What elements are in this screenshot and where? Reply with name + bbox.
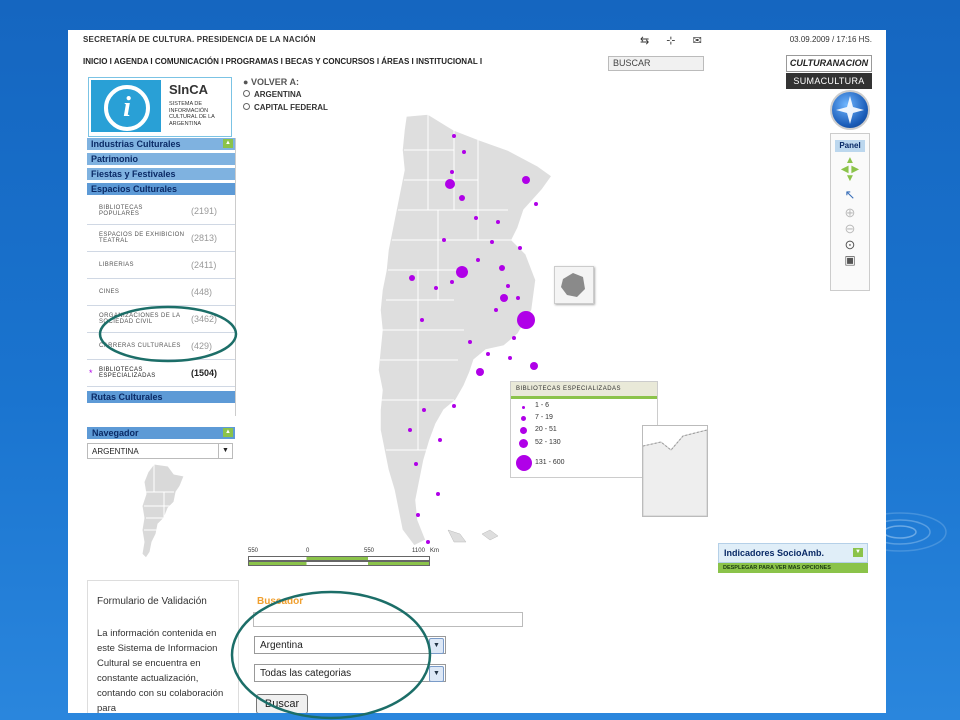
subitem-cines[interactable]: CINES (448) (87, 279, 235, 306)
search-input[interactable]: BUSCAR (608, 56, 704, 71)
form-title: Formulario de Validación (97, 596, 207, 607)
category-panel: Industrias Culturales ▲ Patrimonio Fiesta… (87, 138, 236, 416)
compass-icon[interactable] (830, 90, 870, 130)
selected-marker-icon: * (89, 368, 93, 378)
nav-programas[interactable]: PROGRAMAS (226, 57, 279, 66)
nav-institucional[interactable]: INSTITUCIONAL (416, 57, 478, 66)
legend-title: BIBLIOTECAS ESPECIALIZADAS (511, 382, 657, 399)
argentina-map[interactable] (358, 110, 558, 550)
scale-bar-lower (248, 561, 430, 566)
pan-arrows-icon[interactable]: ▲ ◀ ▶ ▼ (831, 156, 869, 184)
zoom-in-icon[interactable]: ⊕ (831, 205, 869, 221)
nav-agenda[interactable]: AGENDA (114, 57, 148, 66)
subitem-librerias[interactable]: LIBRERIAS (2411) (87, 252, 235, 279)
tools-panel: Panel ▲ ◀ ▶ ▼ ↖ ⊕ ⊖ ⊙ ▣ (830, 133, 870, 291)
form-text: La información contenida en este Sistema… (97, 628, 224, 713)
scale-unit: Km (430, 548, 439, 554)
inset-map-shape (642, 429, 708, 517)
buscador-title: Buscador (257, 596, 304, 607)
nav-becas[interactable]: BECAS Y CONCURSOS (285, 57, 375, 66)
secretaria-header: SECRETARÍA DE CULTURA. PRESIDENCIA DE LA… (83, 35, 316, 44)
legend-range-3: 20 - 51 (535, 426, 557, 433)
navegador-header[interactable]: Navegador ▲ (87, 427, 235, 439)
breadcrumb: ARGENTINA CAPITAL FEDERAL (243, 90, 328, 116)
navegador-select[interactable]: ARGENTINA ▼ (87, 443, 233, 459)
buscador-text-input[interactable] (253, 612, 523, 627)
nav-inicio[interactable]: INICIO (83, 57, 107, 66)
collapse-icon[interactable]: ▲ (223, 428, 233, 437)
chevron-down-icon[interactable]: ▼ (218, 444, 232, 458)
chevron-down-icon[interactable]: ▼ (429, 666, 444, 682)
collapse-icon[interactable]: ▲ (223, 139, 233, 148)
subitem-bibliotecas-especializadas[interactable]: * BIBLIOTECAS ESPECIALIZADAS (1504) (87, 360, 235, 387)
breadcrumb-capital[interactable]: CAPITAL FEDERAL (243, 103, 328, 112)
category-industrias[interactable]: Industrias Culturales ▲ (87, 138, 235, 150)
mini-map[interactable] (134, 462, 194, 562)
datetime-label: 03.09.2009 / 17:16 HS. (789, 35, 872, 44)
sinca-page: SECRETARÍA DE CULTURA. PRESIDENCIA DE LA… (68, 30, 886, 713)
compass-star (836, 96, 864, 124)
indicadores-subtitle[interactable]: DESPLEGAR PARA VER MAS OPCIONES (718, 563, 868, 573)
subitem-organizaciones[interactable]: ORGANIZACIONES DE LA SOCIEDAD CIVIL (3462… (87, 306, 235, 333)
legend-range-4: 52 - 130 (535, 439, 561, 446)
region-select[interactable]: Argentina ▼ (254, 636, 446, 654)
category-select[interactable]: Todas las categorias ▼ (254, 664, 446, 682)
nav-comunicacion[interactable]: COMUNICACIÓN (155, 57, 219, 66)
expand-icon[interactable]: ▼ (853, 548, 863, 557)
scale-label-2: 0 (306, 548, 310, 554)
nav-areas[interactable]: ÁREAS (381, 57, 409, 66)
map-scale: 550 0 550 1100 Km (248, 548, 439, 566)
sitemap-icon[interactable]: ⊹ (666, 35, 675, 47)
print-icon[interactable]: ▣ (831, 253, 869, 267)
chevron-down-icon[interactable]: ▼ (429, 638, 444, 654)
scale-label-4: 1100 (412, 548, 425, 554)
zoom-out-icon[interactable]: ⊖ (831, 221, 869, 237)
scale-label-3: 550 (364, 548, 375, 554)
info-icon: i (104, 85, 150, 131)
legend-dot-2 (521, 416, 526, 421)
category-fiestas[interactable]: Fiestas y Festivales (87, 168, 235, 180)
legend-range-1: 1 - 6 (535, 402, 550, 409)
logo-blue-block: i (91, 80, 161, 132)
subitem-bibliotecas-populares[interactable]: BIBLIOTECAS POPULARES (2191) (87, 198, 235, 225)
suma-cultura-logo[interactable]: SUMACULTURA (786, 73, 872, 89)
legend-dot-4 (519, 439, 528, 448)
header-icons: ⇆ ⊹ ✉ (640, 34, 716, 47)
zoom-extent-icon[interactable]: ⊙ (831, 237, 869, 253)
breadcrumb-argentina[interactable]: ARGENTINA (243, 90, 328, 99)
logo-subtitle: SISTEMA DE INFORMACIÓN CULTURAL DE LA AR… (169, 101, 215, 127)
capital-zoom-box[interactable] (554, 266, 594, 304)
volver-label: ● VOLVER A: (243, 77, 299, 87)
mail-icon[interactable]: ✉ (693, 35, 702, 47)
category-espacios[interactable]: Espacios Culturales (87, 183, 235, 195)
category-patrimonio[interactable]: Patrimonio (87, 153, 235, 165)
subitem-carreras[interactable]: CARRERAS CULTURALES (429) (87, 333, 235, 360)
inset-map[interactable] (642, 425, 708, 517)
indicadores-panel[interactable]: Indicadores SocioAmb. ▼ DESPLEGAR PARA VE… (718, 543, 868, 577)
sinca-logo[interactable]: i SInCA SISTEMA DE INFORMACIÓN CULTURAL … (88, 77, 232, 137)
buscar-button[interactable]: Buscar (256, 694, 308, 713)
category-rutas[interactable]: Rutas Culturales (87, 391, 235, 403)
legend-range-5: 131 - 600 (535, 459, 565, 466)
map-legend: BIBLIOTECAS ESPECIALIZADAS 1 - 6 7 - 19 … (510, 381, 658, 478)
logo-title: SInCA (169, 82, 208, 97)
scale-label-1: 550 (248, 548, 259, 554)
info-pointer-icon[interactable]: ↖ (831, 187, 869, 203)
swap-icon[interactable]: ⇆ (640, 35, 649, 47)
capital-shape (561, 273, 585, 297)
cultura-nacion-logo[interactable]: CULTURANACION (786, 55, 872, 72)
validation-form: Formulario de Validación La información … (87, 580, 239, 713)
panel-label: Panel (835, 140, 865, 152)
legend-dot-1 (522, 406, 525, 409)
subitem-espacios-teatral[interactable]: ESPACIOS DE EXHIBICION TEATRAL (2813) (87, 225, 235, 252)
legend-range-2: 7 - 19 (535, 414, 553, 421)
main-nav: INICIO I AGENDA I COMUNICACIÓN I PROGRAM… (83, 57, 483, 66)
legend-dot-3 (520, 427, 527, 434)
legend-dot-5 (516, 455, 532, 471)
indicadores-title[interactable]: Indicadores SocioAmb. ▼ (718, 543, 868, 563)
